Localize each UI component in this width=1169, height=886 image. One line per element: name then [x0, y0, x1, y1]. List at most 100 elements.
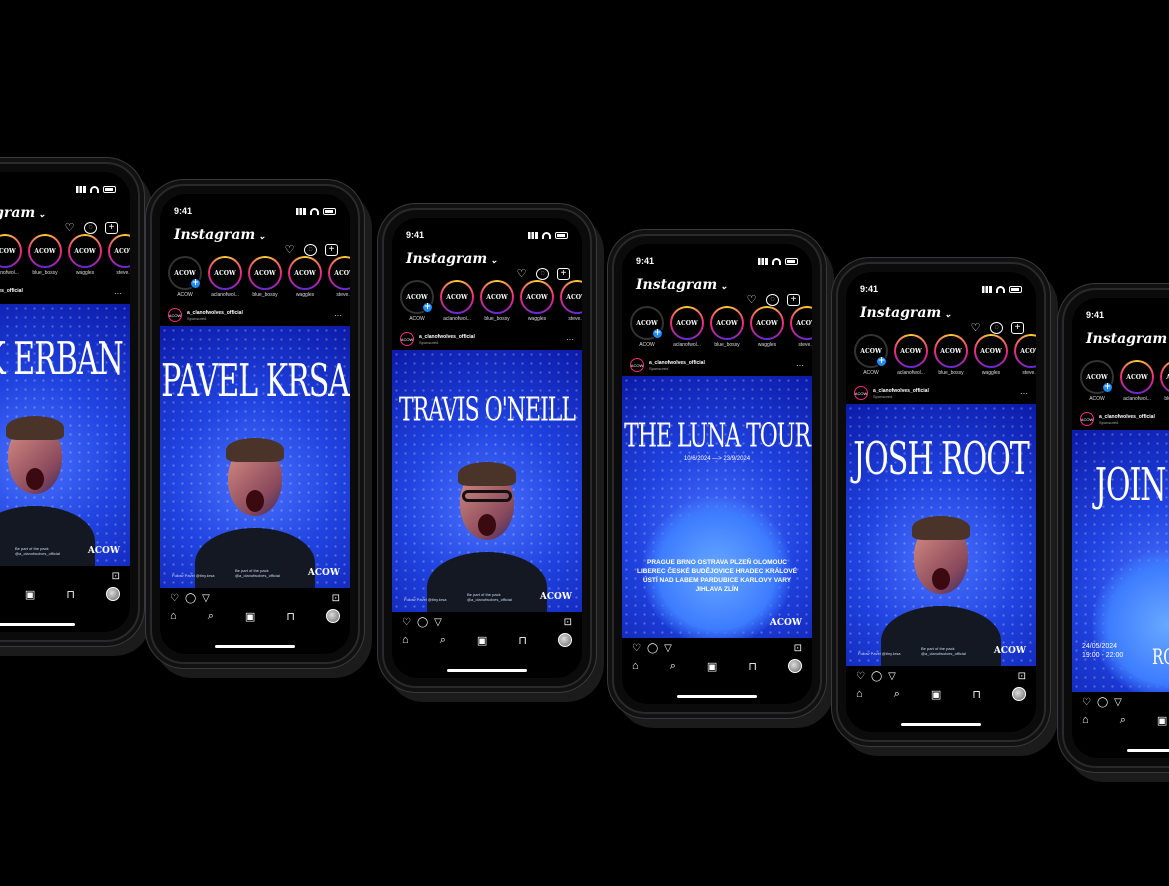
add-story-icon[interactable]: + [190, 278, 201, 289]
home-indicator[interactable] [1127, 749, 1169, 752]
shop-icon[interactable]: ⊓ [748, 660, 757, 673]
post-account-name[interactable]: a_clanofwolves_official [187, 310, 243, 316]
add-story-icon[interactable]: + [422, 302, 433, 313]
story-item[interactable]: ACOW aclanofwol... [1120, 360, 1154, 402]
story-item[interactable]: ACOW aclanofwol... [894, 334, 928, 376]
instagram-logo[interactable]: Instagram⌄ [860, 305, 952, 321]
profile-avatar[interactable] [325, 609, 340, 623]
add-story-icon[interactable]: + [1102, 382, 1113, 393]
post-account-name[interactable]: a_clanofwolves_official [649, 360, 705, 366]
post-avatar[interactable]: ACOW [630, 358, 644, 372]
home-indicator[interactable] [901, 723, 981, 726]
story-item[interactable]: ACOW blue_bossy [934, 334, 968, 376]
comment-icon[interactable]: ◯ [871, 671, 882, 682]
new-post-icon[interactable]: + [557, 268, 570, 280]
home-indicator[interactable] [677, 695, 757, 698]
post-avatar[interactable]: ACOW [400, 332, 414, 346]
messenger-icon[interactable]: ◌ [766, 294, 779, 306]
story-item[interactable]: ACOW blue_bossy [710, 306, 744, 348]
add-story-icon[interactable]: + [876, 356, 887, 367]
messenger-icon[interactable]: ◌ [990, 322, 1003, 334]
post-image[interactable]: JOSH ROOT Follow Pavel @tiny.krsa Be part … [846, 404, 1036, 666]
more-icon[interactable]: ··· [1020, 389, 1028, 398]
story-item[interactable]: ACOW waggles [288, 256, 322, 298]
comment-icon[interactable]: ◯ [1097, 697, 1108, 708]
home-icon[interactable]: ⌂ [632, 660, 639, 672]
story-item[interactable]: ACOW aclanofwol... [0, 234, 22, 276]
shop-icon[interactable]: ⊓ [286, 610, 295, 623]
reels-icon[interactable]: ▣ [245, 610, 255, 623]
story-item[interactable]: ACOW steve.lo [790, 306, 812, 348]
save-icon[interactable]: ⊡ [1018, 671, 1026, 682]
share-icon[interactable]: ▽ [1114, 697, 1122, 708]
save-icon[interactable]: ⊡ [794, 643, 802, 654]
reels-icon[interactable]: ▣ [477, 634, 487, 647]
like-icon[interactable]: ♡ [402, 617, 411, 628]
shop-icon[interactable]: ⊓ [518, 634, 527, 647]
post-account-name[interactable]: a_clanofwolves_official [873, 388, 929, 394]
story-item[interactable]: ACOW aclanofwol... [670, 306, 704, 348]
story-item[interactable]: ACOW + ACOW [168, 256, 202, 298]
story-item[interactable]: ACOW waggles [68, 234, 102, 276]
messenger-icon[interactable]: ◌ [84, 222, 97, 234]
story-item[interactable]: ACOW + ACOW [854, 334, 888, 376]
story-item[interactable]: ACOW steve.lo [108, 234, 130, 276]
post-avatar[interactable]: ACOW [854, 386, 868, 400]
story-item[interactable]: ACOW aclanofwol... [208, 256, 242, 298]
heart-icon[interactable]: ♡ [745, 294, 758, 306]
more-icon[interactable]: ··· [334, 311, 342, 320]
share-icon[interactable]: ▽ [434, 617, 442, 628]
heart-icon[interactable]: ♡ [515, 268, 528, 280]
profile-avatar[interactable] [787, 659, 802, 673]
messenger-icon[interactable]: ◌ [304, 244, 317, 256]
heart-icon[interactable]: ♡ [63, 222, 76, 234]
instagram-logo[interactable]: Instagram⌄ [174, 227, 266, 243]
reels-icon[interactable]: ▣ [931, 688, 941, 701]
share-icon[interactable]: ▽ [202, 593, 210, 604]
story-item[interactable]: ACOW + ACOW [1080, 360, 1114, 402]
profile-avatar[interactable] [557, 633, 572, 647]
like-icon[interactable]: ♡ [856, 671, 865, 682]
instagram-logo[interactable]: Instagram⌄ [636, 277, 728, 293]
new-post-icon[interactable]: + [1011, 322, 1024, 334]
search-icon[interactable]: ⌕ [208, 610, 214, 623]
search-icon[interactable]: ⌕ [440, 634, 446, 647]
home-indicator[interactable] [0, 623, 75, 626]
new-post-icon[interactable]: + [325, 244, 338, 256]
post-image[interactable]: NIK ERBAN Follow Pavel @tiny.krsa Be part … [0, 304, 130, 566]
profile-avatar[interactable] [105, 587, 120, 601]
home-icon[interactable]: ⌂ [856, 688, 863, 700]
heart-icon[interactable]: ♡ [969, 322, 982, 334]
like-icon[interactable]: ♡ [1082, 697, 1091, 708]
story-item[interactable]: ACOW steve.lo [328, 256, 350, 298]
reels-icon[interactable]: ▣ [1157, 714, 1167, 727]
more-icon[interactable]: ··· [566, 335, 574, 344]
home-icon[interactable]: ⌂ [1082, 714, 1089, 726]
story-item[interactable]: ACOW + ACOW [400, 280, 434, 322]
instagram-logo[interactable]: Instagram⌄ [1086, 331, 1169, 347]
instagram-logo[interactable]: Instagram⌄ [406, 251, 498, 267]
post-image[interactable]: JOIN THE24/05/202419:00 - 22:00ROXYACOW [1072, 430, 1169, 692]
new-post-icon[interactable]: + [787, 294, 800, 306]
story-item[interactable]: ACOW blue_bossy [28, 234, 62, 276]
story-item[interactable]: ACOW aclanofwol... [440, 280, 474, 322]
home-icon[interactable]: ⌂ [402, 634, 409, 646]
post-image[interactable]: PAVEL KRSA Follow Pavel @tiny.krsa Be part… [160, 326, 350, 588]
post-account-name[interactable]: a_clanofwolves_official [419, 334, 475, 340]
post-account-name[interactable]: a_clanofwolves_official [0, 288, 23, 294]
messenger-icon[interactable]: ◌ [536, 268, 549, 280]
story-item[interactable]: ACOW blue_bossy [248, 256, 282, 298]
reels-icon[interactable]: ▣ [707, 660, 717, 673]
save-icon[interactable]: ⊡ [332, 593, 340, 604]
story-item[interactable]: ACOW waggles [520, 280, 554, 322]
more-icon[interactable]: ··· [796, 361, 804, 370]
story-item[interactable]: ACOW + ACOW [630, 306, 664, 348]
more-icon[interactable]: ··· [114, 289, 122, 298]
story-item[interactable]: ACOW waggles [750, 306, 784, 348]
share-icon[interactable]: ▽ [664, 643, 672, 654]
instagram-logo[interactable]: Instagram⌄ [0, 205, 46, 221]
comment-icon[interactable]: ◯ [647, 643, 658, 654]
share-icon[interactable]: ▽ [888, 671, 896, 682]
story-item[interactable]: ACOW steve.lo [560, 280, 582, 322]
story-item[interactable]: ACOW waggles [974, 334, 1008, 376]
